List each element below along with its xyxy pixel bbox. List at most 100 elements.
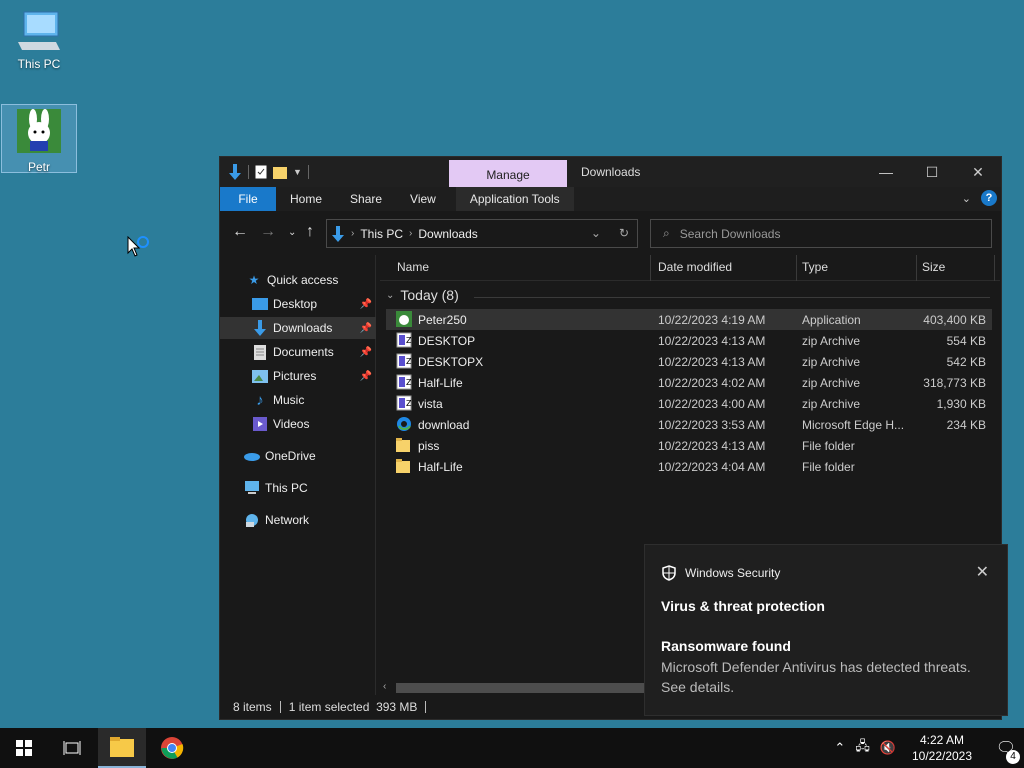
file-name: DESKTOPX xyxy=(418,354,484,369)
pin-icon[interactable]: 📌 xyxy=(360,347,372,358)
nav-pictures[interactable]: Pictures 📌 xyxy=(220,365,376,387)
column-header-type[interactable]: Type xyxy=(802,260,828,274)
manage-tab[interactable]: Manage xyxy=(449,160,567,187)
expand-ribbon-icon[interactable]: ⌄ xyxy=(962,192,971,205)
task-view-icon xyxy=(63,741,81,755)
shield-icon xyxy=(662,565,676,581)
new-folder-icon[interactable] xyxy=(273,165,287,179)
pin-icon[interactable]: 📌 xyxy=(360,323,372,334)
nav-onedrive[interactable]: OneDrive xyxy=(220,445,376,467)
nav-downloads[interactable]: Downloads 📌 xyxy=(220,317,376,339)
recent-locations-icon[interactable]: ⌄ xyxy=(288,227,296,238)
nav-documents[interactable]: Documents 📌 xyxy=(220,341,376,363)
back-arrow-icon[interactable]: ← xyxy=(232,223,248,241)
nav-network[interactable]: Network xyxy=(220,509,376,531)
table-row[interactable]: Half-Life 10/22/2023 4:04 AM File folder xyxy=(386,456,992,477)
up-arrow-icon[interactable]: ↑ xyxy=(306,223,314,241)
table-row[interactable]: Z DESKTOP 10/22/2023 4:13 AM zip Archive 554… xyxy=(386,330,992,351)
scrollbar-thumb[interactable] xyxy=(396,683,646,693)
chrome-icon xyxy=(161,737,184,759)
tab-file[interactable]: File xyxy=(220,187,276,211)
address-bar[interactable]: › This PC › Downloads ⌄ ↻ xyxy=(326,219,638,248)
group-header-today[interactable]: ⌄ Today (8) xyxy=(386,287,459,303)
breadcrumb-this-pc[interactable]: This PC xyxy=(360,227,403,241)
volume-muted-icon[interactable]: 🔇 xyxy=(880,740,896,756)
nav-music[interactable]: ♪ Music xyxy=(220,389,376,411)
nav-desktop[interactable]: Desktop 📌 xyxy=(220,293,376,315)
file-name: vista xyxy=(418,396,443,411)
column-divider[interactable] xyxy=(650,255,651,281)
column-divider[interactable] xyxy=(796,255,797,281)
column-divider[interactable] xyxy=(994,255,995,281)
videos-icon xyxy=(252,416,268,432)
group-label: Today (8) xyxy=(400,287,459,303)
table-row[interactable]: Z Half-Life 10/22/2023 4:02 AM zip Archive 3… xyxy=(386,372,992,393)
table-row[interactable]: Z DESKTOPX 10/22/2023 4:13 AM zip Archive 54… xyxy=(386,351,992,372)
network-status-icon[interactable]: 🖧 xyxy=(855,737,870,759)
desktop-icon-this-pc[interactable]: This PC xyxy=(8,8,70,71)
file-size: 542 KB xyxy=(946,354,986,369)
desktop-icon-label: Petr xyxy=(27,160,50,174)
taskbar-file-explorer[interactable] xyxy=(98,728,146,768)
pin-icon[interactable]: 📌 xyxy=(360,299,372,310)
tab-share[interactable]: Share xyxy=(336,187,396,211)
tab-home[interactable]: Home xyxy=(276,187,336,211)
minimize-button[interactable]: — xyxy=(863,157,909,187)
address-dropdown-icon[interactable]: ⌄ xyxy=(591,226,601,240)
navigation-bar: ← → ⌄ ↑ › This PC › Downloads ⌄ ↻ ⌕ xyxy=(220,211,1001,255)
zip-icon: Z xyxy=(396,395,412,411)
column-header-date[interactable]: Date modified xyxy=(658,260,732,274)
file-date: 10/22/2023 4:13 AM xyxy=(658,333,766,348)
tab-view[interactable]: View xyxy=(396,187,450,211)
table-row[interactable]: Zvista 10/22/2023 4:00 AM zip Archive 1,930… xyxy=(386,393,992,414)
table-row[interactable]: Peter250 10/22/2023 4:19 AM Application 403… xyxy=(386,309,992,330)
maximize-button[interactable]: ☐ xyxy=(909,157,955,187)
taskbar-chrome[interactable] xyxy=(148,728,196,768)
desktop-icon-label: This PC xyxy=(17,57,61,71)
nav-label: OneDrive xyxy=(265,449,316,463)
column-header-size[interactable]: Size xyxy=(922,260,945,274)
help-icon[interactable]: ? xyxy=(981,190,997,206)
start-button[interactable] xyxy=(0,728,48,768)
nav-quick-access[interactable]: ★ Quick access xyxy=(220,269,376,291)
pin-icon[interactable]: 📌 xyxy=(360,371,372,382)
security-notification-toast[interactable]: Windows Security ✕ Virus & threat protec… xyxy=(644,544,1008,716)
file-name: download xyxy=(418,417,470,432)
close-button[interactable]: ✕ xyxy=(955,157,1001,187)
customize-toolbar-icon[interactable]: ▼ xyxy=(293,167,302,177)
nav-label: Desktop xyxy=(273,297,318,311)
column-divider[interactable] xyxy=(916,255,917,281)
collapse-chevron-icon[interactable]: ⌄ xyxy=(386,290,394,301)
forward-arrow-icon[interactable]: → xyxy=(260,223,276,241)
table-row[interactable]: piss 10/22/2023 4:13 AM File folder xyxy=(386,435,992,456)
file-type: zip Archive xyxy=(802,375,861,390)
breadcrumb-chevron-icon: › xyxy=(409,228,413,239)
nav-videos[interactable]: Videos xyxy=(220,413,376,435)
zip-icon: Z xyxy=(396,353,412,369)
show-hidden-icons-icon[interactable]: ⌃ xyxy=(834,740,845,756)
file-date: 10/22/2023 4:04 AM xyxy=(658,459,766,474)
separator xyxy=(307,165,309,179)
properties-icon[interactable] xyxy=(255,165,267,179)
action-center-button[interactable]: 🗨 4 xyxy=(988,738,1024,764)
toast-body: Microsoft Defender Antivirus has detecte… xyxy=(661,659,971,695)
nav-this-pc[interactable]: This PC xyxy=(220,477,376,499)
file-name: Peter250 xyxy=(418,312,467,327)
horizontal-scrollbar[interactable]: ‹ xyxy=(380,681,650,695)
pictures-icon xyxy=(252,368,268,384)
column-header-name[interactable]: Name xyxy=(397,260,429,274)
search-box[interactable]: ⌕ xyxy=(650,219,992,248)
folder-icon xyxy=(110,737,134,757)
clock[interactable]: 4:22 AM 10/22/2023 xyxy=(906,732,978,764)
breadcrumb-downloads[interactable]: Downloads xyxy=(418,227,477,241)
task-view-button[interactable] xyxy=(48,728,96,768)
table-row[interactable]: download 10/22/2023 3:53 AM Microsoft Edge… xyxy=(386,414,992,435)
scroll-left-icon[interactable]: ‹ xyxy=(383,681,386,692)
refresh-icon[interactable]: ↻ xyxy=(619,226,629,240)
svg-text:Z: Z xyxy=(406,399,412,408)
tab-application-tools[interactable]: Application Tools xyxy=(455,187,574,211)
search-input[interactable] xyxy=(679,226,960,241)
file-size: 1,930 KB xyxy=(936,396,986,411)
desktop-icon-petr[interactable]: Petr xyxy=(1,104,77,174)
toast-close-icon[interactable]: ✕ xyxy=(976,562,989,582)
